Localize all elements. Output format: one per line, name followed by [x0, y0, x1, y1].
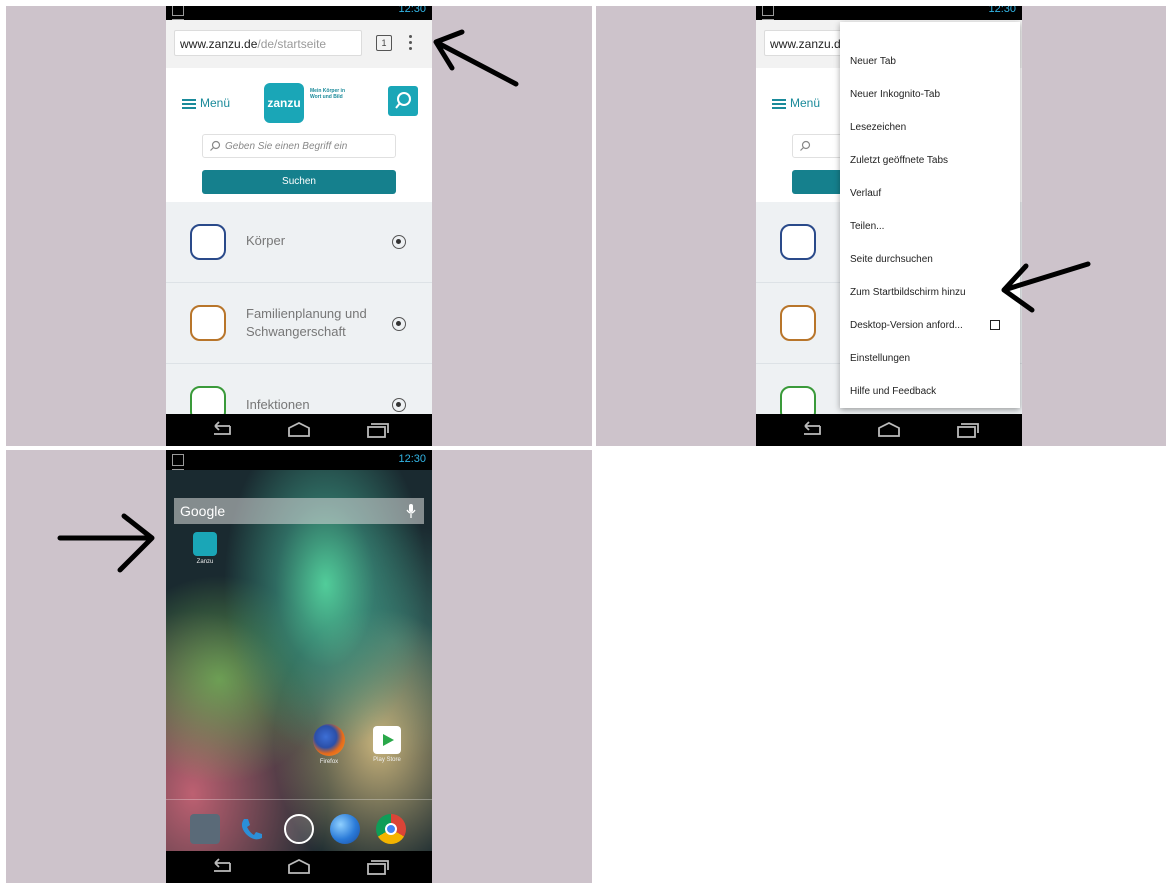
- home-icon[interactable]: [284, 857, 314, 877]
- menu-item-share[interactable]: Teilen...: [850, 221, 884, 232]
- camera-icon[interactable]: [190, 814, 220, 844]
- play-store-icon: [373, 726, 401, 754]
- menu-label: Menü: [790, 96, 821, 110]
- browser-icon[interactable]: [330, 814, 360, 844]
- phone-screen: 12:30 www.zanzu.de/de/startseite 1 Menü …: [166, 6, 432, 446]
- search-placeholder: Geben Sie einen Begriff ein: [225, 141, 348, 152]
- firefox-app[interactable]: Firefox: [304, 724, 354, 765]
- list-item[interactable]: Familienplanung und Schwangerschaft: [166, 283, 432, 364]
- search-icon: [210, 140, 221, 151]
- pregnancy-category-icon: [190, 305, 226, 341]
- notification-icons: [762, 6, 790, 31]
- tab-switcher-button[interactable]: 1: [376, 35, 392, 51]
- back-icon[interactable]: [796, 420, 826, 440]
- overflow-menu-icon[interactable]: [407, 34, 413, 52]
- category-label: Infektionen: [246, 397, 310, 412]
- zanzu-shortcut[interactable]: Zanzu: [180, 532, 230, 565]
- search-icon: [800, 140, 811, 151]
- menu-item-desktop-version[interactable]: Desktop-Version anford...: [850, 320, 963, 331]
- url-field[interactable]: www.zanzu.de: [764, 30, 844, 56]
- menu-item-recent-tabs[interactable]: Zuletzt geöffnete Tabs: [850, 155, 948, 166]
- play-store-app[interactable]: Play Store: [362, 726, 412, 763]
- menu-item-history[interactable]: Verlauf: [850, 188, 881, 199]
- phone-icon[interactable]: [236, 814, 266, 844]
- phone-screen: 12:30 Google Zanzu Firefox Play Store: [166, 450, 432, 883]
- body-category-icon: [780, 224, 816, 260]
- nav-bar: [756, 414, 1022, 446]
- panel-overflow-menu: 12:30 www.zanzu.de Menü Neuer Tab Neuer …: [596, 6, 1166, 446]
- url-domain: www.zanzu.de: [180, 37, 258, 51]
- panel-browser: 12:30 www.zanzu.de/de/startseite 1 Menü …: [6, 6, 592, 446]
- zanzu-shortcut-label: Zanzu: [196, 559, 214, 565]
- menu-item-settings[interactable]: Einstellungen: [850, 353, 910, 364]
- menu-item-new-tab[interactable]: Neuer Tab: [850, 56, 896, 67]
- menu-item-bookmarks[interactable]: Lesezeichen: [850, 122, 906, 133]
- search-icon: [395, 92, 411, 109]
- notification-icons: [172, 454, 200, 481]
- zanzu-app-icon: [193, 532, 217, 556]
- recents-icon[interactable]: [362, 420, 392, 440]
- overflow-menu: Neuer Tab Neuer Inkognito-Tab Lesezeiche…: [840, 22, 1020, 408]
- body-category-icon: [190, 224, 226, 260]
- home-icon[interactable]: [874, 420, 904, 440]
- speaker-icon[interactable]: [392, 235, 406, 249]
- list-item[interactable]: Körper: [166, 202, 432, 283]
- status-bar: 12:30: [166, 6, 432, 31]
- menu-item-find-in-page[interactable]: Seite durchsuchen: [850, 254, 933, 265]
- pregnancy-category-icon: [780, 305, 816, 341]
- mic-icon[interactable]: [406, 503, 416, 519]
- back-icon[interactable]: [206, 420, 236, 440]
- status-time: 12:30: [398, 6, 426, 15]
- desktop-version-checkbox[interactable]: [990, 320, 1000, 330]
- url-domain: www.zanzu.de: [770, 37, 844, 51]
- url-path: /de/startseite: [257, 37, 327, 51]
- hamburger-icon: [182, 98, 196, 109]
- hamburger-icon: [772, 98, 786, 109]
- menu-item-incognito-tab[interactable]: Neuer Inkognito-Tab: [850, 89, 940, 100]
- search-submit-button[interactable]: Suchen: [202, 170, 396, 194]
- app-drawer-icon[interactable]: [284, 814, 314, 844]
- phone-screen: 12:30 www.zanzu.de Menü Neuer Tab Neuer …: [756, 6, 1022, 446]
- status-bar: 12:30: [756, 6, 1022, 31]
- status-time: 12:30: [988, 6, 1016, 15]
- back-icon[interactable]: [206, 857, 236, 877]
- logo-tagline: Mein Körper in Wort und Bild: [310, 88, 346, 100]
- notification-icons: [172, 6, 200, 31]
- category-label: Körper: [246, 233, 286, 248]
- chrome-icon[interactable]: [376, 814, 406, 844]
- arrow-annotation: [433, 29, 519, 87]
- menu-item-help-feedback[interactable]: Hilfe und Feedback: [850, 386, 936, 397]
- site-header: Menü zanzu Mein Körper in Wort und Bild …: [166, 68, 432, 198]
- menu-label: Menü: [200, 96, 231, 110]
- category-label: Familienplanung und Schwangerschaft: [246, 306, 367, 339]
- firefox-icon: [313, 724, 345, 756]
- google-search-label: Google: [180, 503, 226, 519]
- speaker-icon[interactable]: [392, 317, 406, 331]
- browser-toolbar: www.zanzu.de/de/startseite 1: [166, 20, 432, 69]
- firefox-label: Firefox: [319, 759, 339, 765]
- speaker-icon[interactable]: [392, 398, 406, 412]
- google-search-bar[interactable]: Google: [174, 498, 424, 524]
- status-time: 12:30: [398, 453, 426, 465]
- arrow-annotation: [1001, 261, 1091, 313]
- search-input[interactable]: Geben Sie einen Begriff ein: [202, 134, 396, 158]
- logo[interactable]: zanzu: [264, 83, 304, 123]
- wallpaper: Google Zanzu Firefox Play Store: [166, 470, 432, 851]
- search-toggle-button[interactable]: [388, 86, 418, 116]
- recents-icon[interactable]: [362, 857, 392, 877]
- recents-icon[interactable]: [952, 420, 982, 440]
- menu-button[interactable]: Menü: [182, 96, 230, 110]
- play-store-label: Play Store: [373, 757, 401, 763]
- status-bar: 12:30: [166, 450, 432, 481]
- menu-button[interactable]: Menü: [772, 96, 820, 110]
- home-icon[interactable]: [284, 420, 314, 440]
- nav-bar: [166, 414, 432, 446]
- menu-item-add-to-homescreen[interactable]: Zum Startbildschirm hinzu: [850, 287, 966, 298]
- category-list: Körper Familienplanung und Schwangerscha…: [166, 202, 432, 422]
- panel-home-screen: 12:30 Google Zanzu Firefox Play Store: [6, 450, 592, 883]
- arrow-annotation: [57, 513, 155, 573]
- nav-bar: [166, 851, 432, 883]
- url-field[interactable]: www.zanzu.de/de/startseite: [174, 30, 362, 56]
